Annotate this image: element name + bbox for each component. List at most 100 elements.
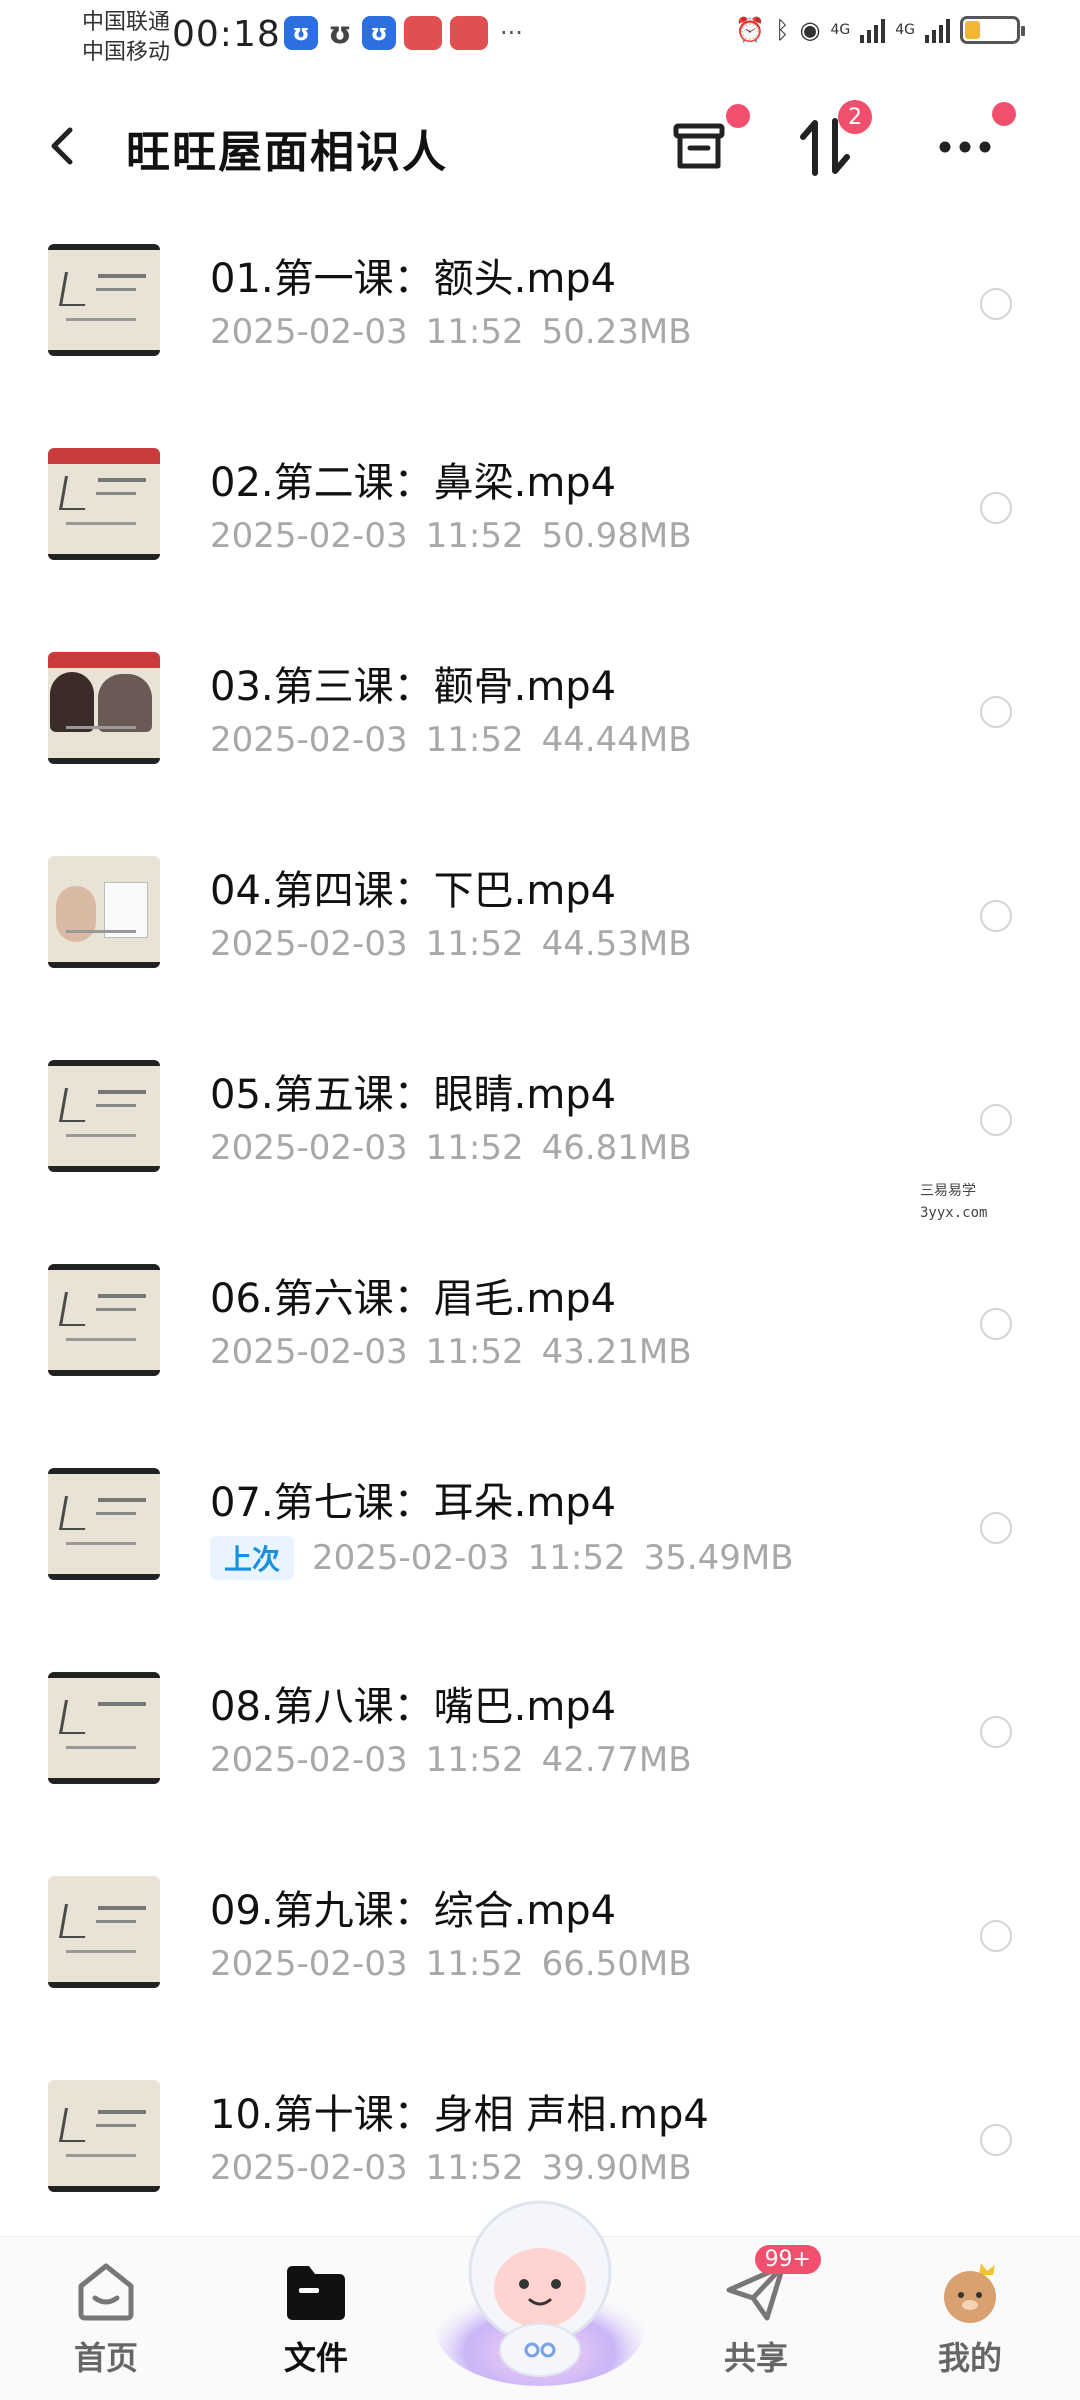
video-thumbnail xyxy=(48,1468,160,1580)
nav-files-label: 文件 xyxy=(283,2339,348,2377)
nav-home-label: 首页 xyxy=(73,2339,138,2377)
nav-share[interactable]: 99+ 共享 xyxy=(686,2245,826,2389)
hotspot-icon: ◉ xyxy=(799,16,821,44)
app-notification-icon: ʊ xyxy=(362,16,396,50)
top-app-bar: 旺旺屋面相识人 2 xyxy=(0,90,1080,200)
video-thumbnail xyxy=(48,448,160,560)
app-notification-icon: ʊ xyxy=(328,15,352,51)
select-radio[interactable] xyxy=(980,1920,1012,1952)
file-row[interactable]: 01.第一课：额头.mp4 2025-02-03 11:52 50.23MB xyxy=(0,220,1080,424)
notification-dot xyxy=(726,104,750,128)
file-date: 2025-02-03 xyxy=(210,720,408,760)
notification-dot xyxy=(992,102,1016,126)
file-name: 06.第六课：眉毛.mp4 xyxy=(210,1276,617,1322)
more-options-button[interactable] xyxy=(930,102,1016,182)
file-date: 2025-02-03 xyxy=(210,1740,408,1780)
file-row[interactable]: 08.第八课：嘴巴.mp4 2025-02-03 11:52 42.77MB xyxy=(0,1648,1080,1852)
battery-level xyxy=(965,21,980,39)
status-bar: 中国联通 中国移动 00:18 ʊ ʊ ʊ ··· ⏰ ᛒ ◉ 4G 4G xyxy=(0,0,1080,80)
more-notifications-icon: ··· xyxy=(500,19,523,47)
page-title: 旺旺屋面相识人 xyxy=(126,127,448,178)
file-size: 50.98MB xyxy=(541,516,692,556)
carrier-1: 中国联通 xyxy=(82,10,171,35)
file-row[interactable]: 02.第二课：鼻梁.mp4 2025-02-03 11:52 50.98MB xyxy=(0,424,1080,628)
mascot-icon xyxy=(436,2200,644,2386)
carrier-info: 中国联通 中国移动 xyxy=(82,8,170,68)
file-time: 11:52 xyxy=(425,720,524,760)
file-time: 11:52 xyxy=(425,516,524,556)
file-row[interactable]: 07.第七课：耳朵.mp4 上次 2025-02-03 11:52 35.49M… xyxy=(0,1444,1080,1648)
file-size: 66.50MB xyxy=(541,1944,692,1984)
select-radio[interactable] xyxy=(980,492,1012,524)
file-size: 42.77MB xyxy=(541,1740,692,1780)
select-radio[interactable] xyxy=(980,1104,1012,1136)
app-notification-icon xyxy=(404,16,442,50)
app-notification-icon: ʊ xyxy=(284,16,318,50)
file-meta: 2025-02-03 11:52 44.44MB xyxy=(210,720,692,760)
select-radio[interactable] xyxy=(980,1512,1012,1544)
file-time: 11:52 xyxy=(527,1538,626,1578)
file-date: 2025-02-03 xyxy=(210,924,408,964)
file-size: 46.81MB xyxy=(541,1128,692,1168)
carrier-2: 中国移动 xyxy=(82,40,171,65)
file-date: 2025-02-03 xyxy=(210,312,408,352)
file-name: 08.第八课：嘴巴.mp4 xyxy=(210,1684,617,1730)
select-radio[interactable] xyxy=(980,1308,1012,1340)
file-size: 35.49MB xyxy=(643,1538,794,1578)
chevron-left-icon xyxy=(51,127,73,165)
file-row[interactable]: 03.第三课：颧骨.mp4 2025-02-03 11:52 44.44MB xyxy=(0,628,1080,832)
system-icons: ⏰ ᛒ ◉ 4G 4G xyxy=(735,16,1025,44)
nav-files[interactable]: 文件 xyxy=(246,2259,386,2389)
network-type-1: 4G xyxy=(830,22,851,38)
paper-plane-icon: 99+ xyxy=(721,2245,821,2325)
file-name: 02.第二课：鼻梁.mp4 xyxy=(210,460,617,506)
file-size: 50.23MB xyxy=(541,312,692,352)
avatar xyxy=(935,2259,1005,2325)
back-button[interactable] xyxy=(44,116,104,176)
archive-box-icon xyxy=(673,123,725,169)
file-time: 11:52 xyxy=(425,924,524,964)
app-notification-icon xyxy=(450,16,488,50)
file-size: 44.53MB xyxy=(541,924,692,964)
more-horizontal-icon xyxy=(939,141,991,153)
watermark-line-2: 3yyx.com xyxy=(920,1205,988,1221)
share-count-badge: 99+ xyxy=(754,2245,821,2274)
transfer-count-badge: 2 xyxy=(838,100,872,134)
file-meta: 2025-02-03 11:52 43.21MB xyxy=(210,1332,692,1372)
transfer-list-button[interactable]: 2 xyxy=(790,100,872,182)
file-row[interactable]: 06.第六课：眉毛.mp4 2025-02-03 11:52 43.21MB xyxy=(0,1240,1080,1444)
signal-icon xyxy=(860,17,886,43)
nav-mine-label: 我的 xyxy=(937,2339,1002,2377)
file-date: 2025-02-03 xyxy=(210,2148,408,2188)
signal-icon xyxy=(925,17,950,43)
notification-icons: ʊ ʊ ʊ ··· xyxy=(284,15,523,51)
file-meta: 2025-02-03 11:52 50.23MB xyxy=(210,312,692,352)
file-row[interactable]: 09.第九课：综合.mp4 2025-02-03 11:52 66.50MB xyxy=(0,1852,1080,2056)
recycle-box-button[interactable] xyxy=(664,104,750,182)
file-time: 11:52 xyxy=(425,1332,524,1372)
ai-assistant-button[interactable] xyxy=(430,2180,650,2390)
video-thumbnail xyxy=(48,1060,160,1172)
file-meta: 2025-02-03 11:52 66.50MB xyxy=(210,1944,692,1984)
file-meta: 2025-02-03 11:52 50.98MB xyxy=(210,516,692,556)
file-row[interactable]: 05.第五课：眼睛.mp4 2025-02-03 11:52 46.81MB xyxy=(0,1036,1080,1240)
file-row[interactable]: 04.第四课：下巴.mp4 2025-02-03 11:52 44.53MB xyxy=(0,832,1080,1036)
nav-home[interactable]: 首页 xyxy=(36,2259,176,2389)
nav-mine[interactable]: 我的 xyxy=(900,2259,1040,2389)
file-name: 01.第一课：额头.mp4 xyxy=(210,256,617,302)
file-date: 2025-02-03 xyxy=(210,1128,408,1168)
select-radio[interactable] xyxy=(980,900,1012,932)
file-name: 05.第五课：眼睛.mp4 xyxy=(210,1072,617,1118)
select-radio[interactable] xyxy=(980,288,1012,320)
select-radio[interactable] xyxy=(980,696,1012,728)
file-meta: 2025-02-03 11:52 46.81MB xyxy=(210,1128,692,1168)
file-name: 09.第九课：综合.mp4 xyxy=(210,1888,617,1934)
file-name: 03.第三课：颧骨.mp4 xyxy=(210,664,617,710)
select-radio[interactable] xyxy=(980,1716,1012,1748)
last-played-tag: 上次 xyxy=(210,1536,295,1580)
status-time: 00:18 xyxy=(172,14,281,55)
video-thumbnail xyxy=(48,244,160,356)
video-thumbnail xyxy=(48,856,160,968)
select-radio[interactable] xyxy=(980,2124,1012,2156)
file-size: 44.44MB xyxy=(541,720,692,760)
